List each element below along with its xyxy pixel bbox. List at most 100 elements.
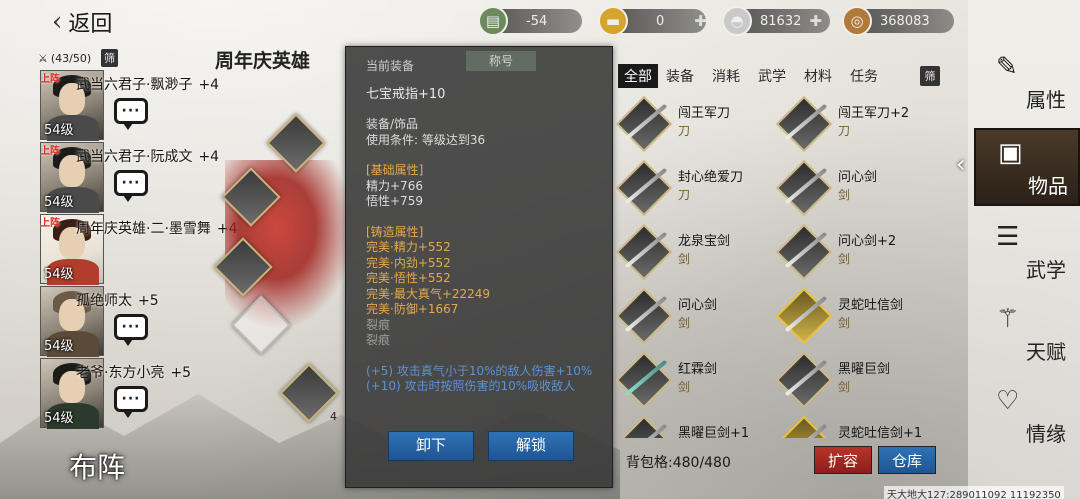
inventory-filter-button[interactable]: 筛 [920,66,940,86]
effect-text: (+10) 攻击时按照伤害的10%吸收敌人 [366,379,576,393]
tab-equipment[interactable]: 装备 [666,66,694,86]
base-stat: 精力+766 [366,178,423,193]
nav-talent[interactable]: ⚚ 天赋 [974,296,1080,374]
hero-level: 54级 [44,339,74,354]
warehouse-button[interactable]: 仓库 [878,446,936,474]
hero-item[interactable]: 上阵 武当六君子·飘渺子 +4 54级 ··· [38,70,219,141]
crack-slot: 裂痕 [366,333,391,347]
item-grid: 闯王军刀 刀 闯王军刀+2 刀 封心绝爱刀 刀 问心剑 剑 龙泉宝剑 剑 问心剑… [614,94,954,438]
talent-icon: ⚚ [996,304,1020,334]
hero-level: 54级 [44,267,74,282]
item-name: 问心剑 [838,170,878,185]
nav-martial-arts[interactable]: ☰ 武学 [974,214,1080,292]
hero-count-text: (43/50) [50,51,92,65]
item-type: 剑 [838,252,851,266]
hero-filter-button[interactable]: 筛 [101,49,119,67]
add-silver-button[interactable]: ✚ [809,12,822,30]
inventory-item[interactable]: 闯王军刀 刀 [614,94,774,156]
nav-romance[interactable]: ♡ 情缘 [974,378,1080,456]
formation-button[interactable]: 布阵 [36,440,158,492]
currency-cart: ▤ -54 [478,6,582,36]
title-tag: 称号 [466,51,536,71]
item-type: 剑 [678,316,691,330]
back-button[interactable]: ‹ 返回 [52,6,112,38]
silver-ingot-icon: ◓ [722,6,752,36]
currency-gold: ▬ 0 ✚ [598,6,707,36]
hero-level: 54级 [44,123,74,138]
tab-quests[interactable]: 任务 [850,66,878,86]
inventory-item[interactable]: 封心绝爱刀 刀 [614,158,774,220]
nav-attributes[interactable]: ✎ 属性 [974,44,1080,122]
hero-item[interactable]: 孤绝师太 +5 54级 ··· [38,286,159,357]
nav-label: 物品 [1028,174,1068,198]
forge-stat: 完美·内劲+552 [366,255,451,270]
forge-stat: 完美·精力+552 [366,240,451,254]
top-bar: ‹ 返回 ▤ -54 ▬ 0 ✚ ◓ 81632 ✚ ◎ 368083 [0,0,965,42]
unlock-button[interactable]: 解锁 [488,431,574,461]
cart-icon: ▤ [478,6,508,36]
right-nav: ✎ 属性 ▣ 物品 ☰ 武学 ⚚ 天赋 ♡ 情缘 [968,0,1080,499]
server-info: 天大地大127:289011092 11192350 [884,486,1064,499]
slot-count: 4 [330,410,337,423]
chat-bubble-icon[interactable]: ··· [114,98,148,130]
copper-coin-icon: ◎ [842,6,872,36]
inventory-item[interactable]: 黑曜巨剑 剑 [774,350,934,412]
hero-item[interactable]: 上阵 武当六君子·阮成文 +4 54级 ··· [38,142,219,213]
nav-label: 属性 [1026,88,1066,112]
hero-name: 孤绝师太 +5 [76,293,159,309]
item-type: 剑 [678,252,691,266]
item-name: 七宝戒指+10 [366,86,446,102]
item-name: 黑曜巨剑 [838,362,891,377]
inventory-item[interactable]: 灵蛇吐信剑+1 [774,414,934,438]
item-name: 龙泉宝剑 [678,234,731,249]
currency-silver: ◓ 81632 ✚ [722,6,830,36]
hero-item[interactable]: 老爷·东方小亮 +5 54级 ··· [38,358,191,429]
expand-button[interactable]: 扩容 [814,446,872,474]
item-name: 封心绝爱刀 [678,170,744,185]
item-name: 闯王军刀 [678,106,731,121]
forge-stat: 完美·悟性+552 [366,271,451,285]
item-type: 剑 [838,316,851,330]
currency-value: 81632 [760,13,802,29]
inventory-item[interactable]: 问心剑 剑 [774,158,934,220]
item-name: 问心剑+2 [838,234,897,249]
item-type: 刀 [678,188,691,202]
add-gold-button[interactable]: ✚ [694,12,707,30]
deployed-badge: 上阵 [40,218,60,229]
inventory-item[interactable]: 红霖剑 剑 [614,350,774,412]
chat-bubble-icon[interactable]: ··· [114,314,148,346]
tab-consumables[interactable]: 消耗 [712,66,740,86]
currency-value: 0 [656,13,665,29]
inventory-item[interactable]: 问心剑 剑 [614,286,774,348]
hero-name: 老爷·东方小亮 +5 [76,365,192,381]
item-name: 黑曜巨剑+1 [678,426,750,438]
inventory-item[interactable]: 闯王军刀+2 刀 [774,94,934,156]
hero-list: ⚔ (43/50) 筛 上阵 武当六君子·飘渺子 +4 54级 ··· 上阵 武当… [38,48,238,433]
inventory-item[interactable]: 灵蛇吐信剑 剑 [774,286,934,348]
item-detail-panel: 称号 当前装备 七宝戒指+10 装备/饰品 使用条件: 等级达到36 [基础属性… [345,46,613,488]
hero-item-selected[interactable]: 上阵 周年庆英雄·二·墨雪舞+4 54级 [38,214,238,285]
forge-stats-title: [铸造属性] [366,224,424,239]
effect-text: (+5) 攻击真气小于10%的敌人伤害+10% [366,363,593,378]
chat-bubble-icon[interactable]: ··· [114,386,148,418]
unequip-button[interactable]: 卸下 [388,431,474,461]
inventory-panel: 全部 装备 消耗 武学 材料 任务 筛 闯王军刀 刀 闯王军刀+2 刀 封心绝爱… [614,60,954,490]
item-requirement: 使用条件: 等级达到36 [366,132,486,147]
tab-all[interactable]: 全部 [618,64,658,88]
inventory-tabs: 全部 装备 消耗 武学 材料 任务 [618,64,896,88]
tab-martial-arts[interactable]: 武学 [758,66,786,86]
inventory-item[interactable]: 问心剑+2 剑 [774,222,934,284]
back-label: 返回 [68,12,113,37]
forge-stat: 完美·防御+1667 [366,302,459,316]
currency-value: -54 [526,13,548,29]
hero-name: 武当六君子·阮成文 +4 [76,149,220,165]
deployed-badge: 上阵 [40,146,60,157]
tab-materials[interactable]: 材料 [804,66,832,86]
item-name: 红霖剑 [678,362,718,377]
inventory-item[interactable]: 黑曜巨剑+1 [614,414,774,438]
chat-bubble-icon[interactable]: ··· [114,170,148,202]
chevron-left-icon: ‹ [956,150,966,178]
bag-count: 背包格:480/480 [626,455,731,471]
inventory-item[interactable]: 龙泉宝剑 剑 [614,222,774,284]
nav-items[interactable]: ▣ 物品 [974,128,1080,206]
